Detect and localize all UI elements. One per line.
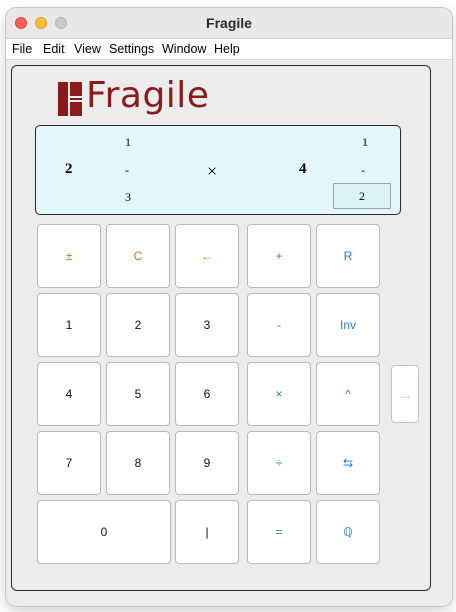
digit-2-button[interactable]: 2 xyxy=(106,293,170,357)
window-title: Fragile xyxy=(206,15,252,31)
right-fraction-bar: - xyxy=(361,163,365,177)
digit-7-button[interactable]: 7 xyxy=(37,431,101,495)
operator-symbol: × xyxy=(207,161,218,181)
menu-bar: File Edit View Settings Window Help xyxy=(6,39,452,60)
fragile-logo: Fragile xyxy=(58,75,218,117)
subtract-button[interactable]: - xyxy=(247,293,311,357)
plus-minus-button[interactable]: ± xyxy=(37,224,101,288)
fraction-logo-icon xyxy=(58,82,82,116)
digit-8-button[interactable]: 8 xyxy=(106,431,170,495)
fraction-bar-button[interactable]: | xyxy=(175,500,239,564)
right-denominator-input[interactable]: 2 xyxy=(333,183,391,209)
right-whole-number: 4 xyxy=(299,161,307,177)
reciprocal-button[interactable]: R xyxy=(316,224,380,288)
digit-9-button[interactable]: 9 xyxy=(175,431,239,495)
digit-0-button[interactable]: 0 xyxy=(37,500,171,564)
digit-5-button[interactable]: 5 xyxy=(106,362,170,426)
left-numerator: 1 xyxy=(125,135,131,149)
menu-view[interactable]: View xyxy=(74,42,101,56)
more-options-button[interactable]: ... xyxy=(391,365,419,423)
add-button[interactable]: + xyxy=(247,224,311,288)
left-denominator: 3 xyxy=(125,190,131,204)
backspace-button[interactable]: ← xyxy=(175,224,239,288)
rational-button[interactable]: ℚ xyxy=(316,500,380,564)
swap-button[interactable]: ⇆ xyxy=(316,431,380,495)
left-fraction-bar: - xyxy=(125,163,129,177)
calculator-panel: Fragile 2 1 - 3 × 4 1 - 2 ± C ← + R 1 2 … xyxy=(11,65,431,591)
app-window: Fragile File Edit View Settings Window H… xyxy=(6,8,452,606)
menu-settings[interactable]: Settings xyxy=(109,42,154,56)
equals-button[interactable]: = xyxy=(247,500,311,564)
digit-3-button[interactable]: 3 xyxy=(175,293,239,357)
menu-window[interactable]: Window xyxy=(162,42,206,56)
invert-button[interactable]: Inv xyxy=(316,293,380,357)
logo-text: Fragile xyxy=(86,75,210,116)
power-button[interactable]: ^ xyxy=(316,362,380,426)
menu-edit[interactable]: Edit xyxy=(43,42,65,56)
left-whole-number: 2 xyxy=(65,161,73,177)
clear-button[interactable]: C xyxy=(106,224,170,288)
right-numerator: 1 xyxy=(362,135,368,149)
multiply-button[interactable]: × xyxy=(247,362,311,426)
title-bar[interactable]: Fragile xyxy=(6,8,452,39)
menu-file[interactable]: File xyxy=(12,42,32,56)
digit-4-button[interactable]: 4 xyxy=(37,362,101,426)
divide-button[interactable]: ÷ xyxy=(247,431,311,495)
digit-6-button[interactable]: 6 xyxy=(175,362,239,426)
menu-help[interactable]: Help xyxy=(214,42,240,56)
digit-1-button[interactable]: 1 xyxy=(37,293,101,357)
fraction-display: 2 1 - 3 × 4 1 - 2 xyxy=(35,125,401,215)
